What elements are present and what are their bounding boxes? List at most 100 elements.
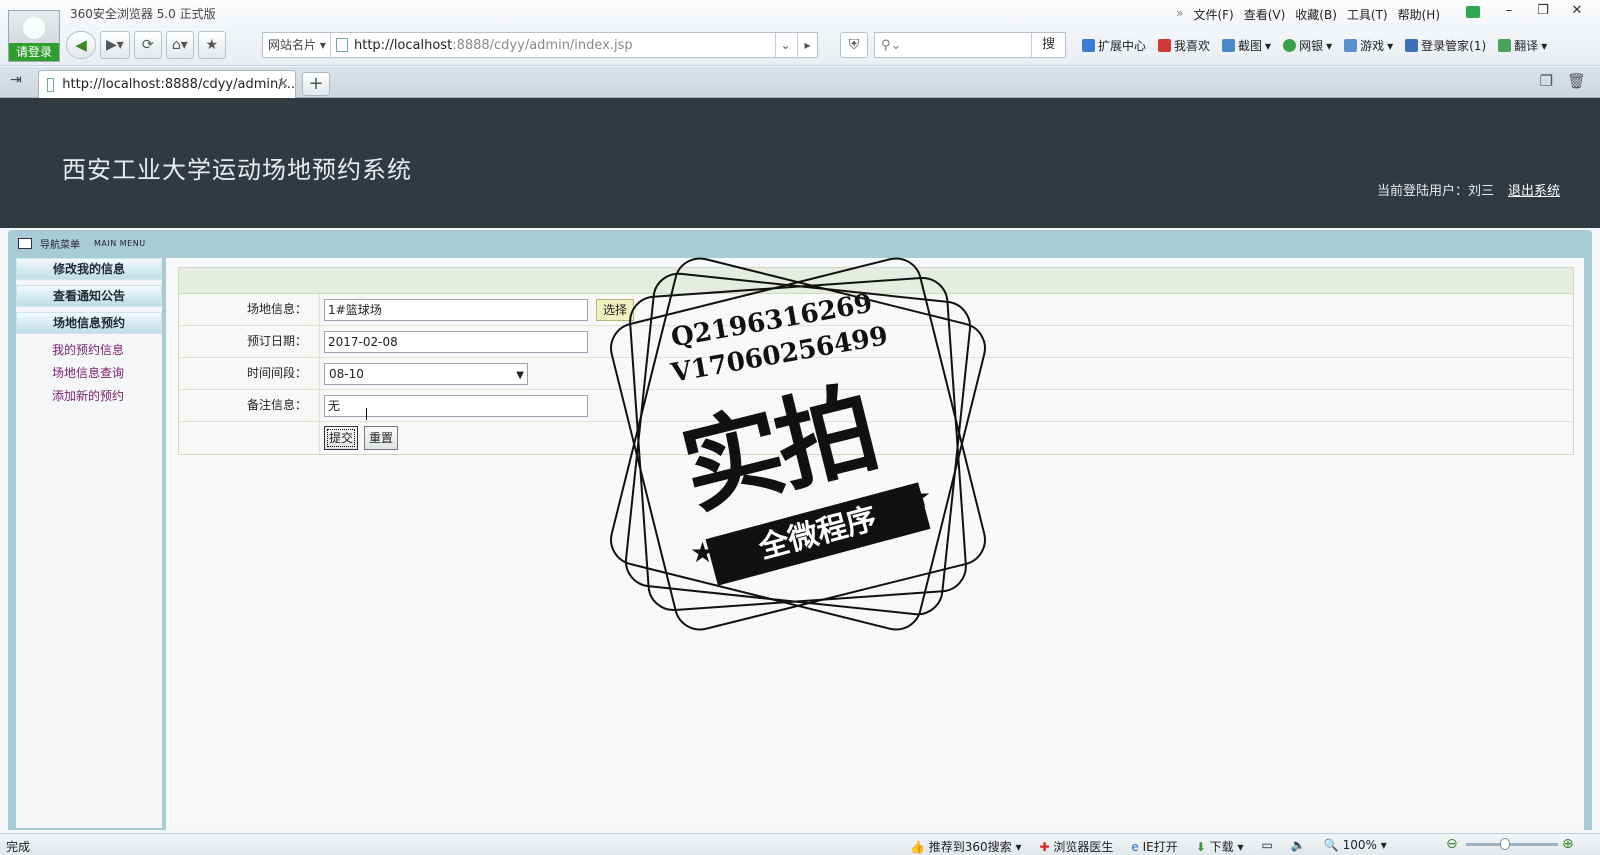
browser-titlebar: 请登录 360安全浏览器 5.0 正式版 » 文件(F) 查看(V) 收藏(B)… bbox=[0, 0, 1600, 66]
date-input[interactable]: 2017-02-08 bbox=[324, 330, 588, 353]
user-info: 当前登陆用户：刘三 退出系统 bbox=[1377, 180, 1560, 199]
bank-icon bbox=[1283, 39, 1297, 52]
zoom-in-icon[interactable]: ⊕ bbox=[1562, 836, 1574, 852]
security-shield-icon[interactable]: ⛨ bbox=[840, 32, 868, 58]
site-card-button[interactable]: 网站名片 ▾ bbox=[263, 33, 331, 57]
forward-arrow-icon[interactable]: ▶▾ bbox=[100, 31, 130, 59]
monitor-icon[interactable]: ▭ bbox=[1262, 838, 1273, 855]
go-arrow-icon[interactable]: ▸ bbox=[797, 33, 817, 57]
url-text[interactable]: http://localhost:8888/cdyy/admin/index.j… bbox=[354, 38, 633, 53]
translate-button[interactable]: 翻译 ▾ bbox=[1498, 37, 1547, 54]
stamp-star-icon-2: ★ bbox=[906, 480, 932, 513]
actions-label-cell bbox=[179, 422, 320, 454]
menu-help[interactable]: 帮助(H) bbox=[1398, 6, 1440, 23]
date-label: 预订日期： bbox=[179, 326, 320, 357]
heart-icon bbox=[1158, 39, 1172, 52]
sidebar-toggle-icon[interactable]: ⇥ bbox=[10, 72, 22, 88]
ie-open-button[interactable]: e IE打开 bbox=[1131, 838, 1177, 855]
time-select-value: 08-10 bbox=[329, 366, 364, 381]
address-bar[interactable]: 网站名片 ▾ http://localhost:8888/cdyy/admin/… bbox=[262, 32, 818, 58]
menu-tools[interactable]: 工具(T) bbox=[1347, 6, 1388, 23]
download-button[interactable]: ⬇ 下载 ▾ bbox=[1196, 838, 1244, 855]
text-cursor-icon bbox=[366, 408, 372, 420]
sidebar-item-notices[interactable]: 查看通知公告 bbox=[16, 285, 162, 307]
games-icon bbox=[1344, 39, 1358, 52]
sidebar-subitem-my-bookings[interactable]: 我的预约信息 bbox=[16, 339, 162, 362]
logout-link[interactable]: 退出系统 bbox=[1508, 184, 1560, 199]
stamp-star-icon: ★ bbox=[690, 536, 716, 569]
restore-icon[interactable]: ❐ bbox=[1528, 2, 1558, 22]
url-host: http://localhost bbox=[354, 37, 453, 53]
extensions-icon bbox=[1082, 39, 1095, 52]
tab-admin-index[interactable]: http://localhost:8888/cdyy/admin/... ✕ bbox=[38, 70, 296, 98]
menu-favorites[interactable]: 收藏(B) bbox=[1295, 6, 1337, 23]
screenshot-icon bbox=[1222, 39, 1236, 52]
screenshot-label: 截图 bbox=[1238, 39, 1263, 53]
search-box[interactable]: ⚲⌄ 搜 bbox=[874, 32, 1066, 58]
search-icon: ⚲⌄ bbox=[881, 37, 902, 53]
back-arrow-icon[interactable]: ◀ bbox=[66, 31, 96, 59]
browser-doctor-button[interactable]: ✚ 浏览器医生 bbox=[1040, 838, 1114, 855]
tab-strip: ⇥ http://localhost:8888/cdyy/admin/... ✕… bbox=[0, 67, 1600, 98]
sidebar-item-edit-profile[interactable]: 修改我的信息 bbox=[16, 258, 162, 280]
tab-close-icon[interactable]: ✕ bbox=[277, 76, 289, 92]
extensions-label: 扩展中心 bbox=[1098, 39, 1147, 53]
tab-page-icon bbox=[47, 77, 55, 92]
menu-header: 导航菜单 MAIN MENU bbox=[18, 236, 146, 251]
sidebar-item-venue-booking[interactable]: 场地信息预约 bbox=[16, 312, 162, 334]
menu-view[interactable]: 查看(V) bbox=[1244, 6, 1286, 23]
tab-tools: ❐ 🗑 bbox=[1540, 72, 1587, 90]
url-path: :8888/cdyy/admin/index.jsp bbox=[452, 37, 633, 53]
address-dropdown-icon[interactable]: ⌄ bbox=[775, 33, 795, 57]
restore-tab-icon[interactable]: ❐ bbox=[1540, 72, 1553, 90]
nav-buttons: ◀ ▶▾ ⟳ ⌂▾ ★ bbox=[66, 30, 226, 60]
ie-open-label: IE打开 bbox=[1142, 840, 1178, 854]
refresh-icon[interactable]: ⟳ bbox=[133, 31, 162, 59]
close-window-icon[interactable]: ✕ bbox=[1562, 2, 1592, 22]
like-button[interactable]: 我喜欢 bbox=[1158, 37, 1210, 54]
site-card-label: 网站名片 bbox=[268, 38, 317, 52]
recommend-360-button[interactable]: 👍 推荐到360搜索 ▾ bbox=[910, 838, 1022, 855]
zoom-out-icon[interactable]: ⊖ bbox=[1446, 836, 1458, 852]
sidebar: 修改我的信息 查看通知公告 场地信息预约 我的预约信息 场地信息查询 添加新的预… bbox=[16, 258, 162, 828]
venue-input[interactable]: 1#篮球场 bbox=[324, 298, 588, 321]
screenshot-button[interactable]: 截图 ▾ bbox=[1222, 37, 1271, 54]
bank-button[interactable]: 网银 ▾ bbox=[1283, 37, 1332, 54]
minimize-icon[interactable]: – bbox=[1494, 2, 1524, 22]
zoom-slider-handle[interactable] bbox=[1499, 838, 1510, 850]
menu-header-label: 导航菜单 bbox=[40, 240, 80, 251]
skin-shirt-icon[interactable] bbox=[1466, 6, 1480, 18]
bank-label: 网银 bbox=[1299, 39, 1324, 53]
volume-icon[interactable]: 🔈 bbox=[1291, 838, 1306, 855]
home-icon[interactable]: ⌂▾ bbox=[165, 31, 194, 59]
window-controls: – ❐ ✕ bbox=[1494, 2, 1592, 22]
browser-app-title: 360安全浏览器 5.0 正式版 bbox=[70, 7, 216, 21]
reset-button[interactable]: 重置 bbox=[364, 426, 399, 450]
page-icon bbox=[336, 38, 348, 52]
games-button[interactable]: 游戏 ▾ bbox=[1344, 37, 1393, 54]
remark-label: 备注信息： bbox=[179, 390, 320, 421]
login-button[interactable]: 请登录 bbox=[9, 43, 59, 61]
browser-menubar: » 文件(F) 查看(V) 收藏(B) 工具(T) 帮助(H) bbox=[1176, 6, 1440, 23]
current-user-label: 当前登陆用户：刘三 bbox=[1376, 184, 1494, 199]
watermark-stamp: Q2196316269 V17060256499 实拍 全微程序 ★ ★ bbox=[598, 248, 998, 640]
time-label: 时间间段： bbox=[179, 358, 320, 389]
search-button[interactable]: 搜 bbox=[1031, 33, 1065, 57]
login-manager-button[interactable]: 登录管家(1) bbox=[1405, 37, 1486, 54]
zoom-button[interactable]: 🔍 100% ▾ bbox=[1324, 838, 1387, 855]
menu-file[interactable]: 文件(F) bbox=[1193, 6, 1233, 23]
double-chevron-icon[interactable]: » bbox=[1176, 6, 1183, 23]
sidebar-subitem-venue-query[interactable]: 场地信息查询 bbox=[16, 362, 162, 385]
trash-icon[interactable]: 🗑 bbox=[1567, 72, 1586, 90]
extensions-button[interactable]: 扩展中心 bbox=[1082, 37, 1146, 54]
favorite-star-icon[interactable]: ★ bbox=[197, 31, 226, 59]
sidebar-subitem-new-booking[interactable]: 添加新的预约 bbox=[16, 385, 162, 408]
zoom-slider[interactable] bbox=[1466, 843, 1558, 846]
key-icon bbox=[1405, 39, 1419, 52]
download-icon: ⬇ bbox=[1195, 840, 1206, 854]
remark-input[interactable]: 无 bbox=[324, 394, 588, 417]
user-avatar[interactable]: 请登录 bbox=[8, 10, 60, 62]
new-tab-icon[interactable]: + bbox=[302, 72, 330, 96]
time-select[interactable]: 08-10 ▼ bbox=[324, 362, 528, 385]
submit-button[interactable]: 提交 bbox=[324, 426, 359, 450]
